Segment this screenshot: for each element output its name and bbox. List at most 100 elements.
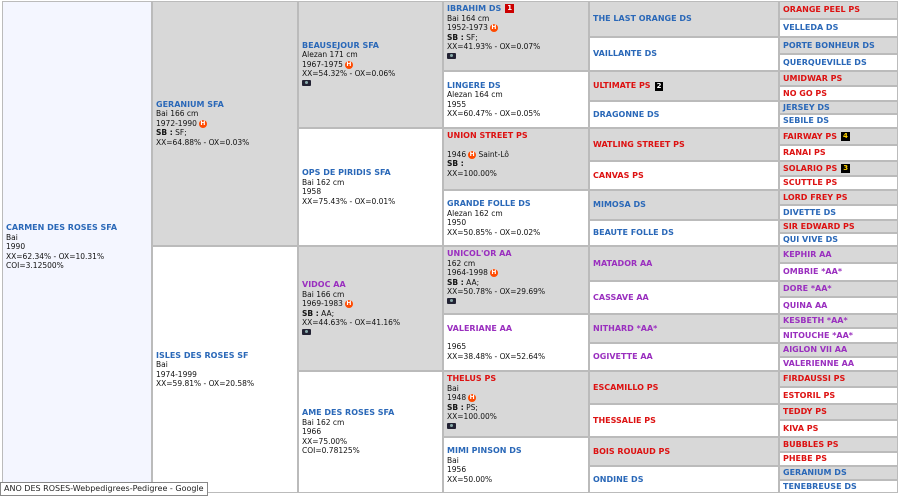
horse-name-link[interactable]: NITHARD *AA* [593,324,657,334]
ancestor-cell: QUINA AA [779,297,898,314]
horse-name-link[interactable]: ORANGE PEEL PS [783,5,860,15]
horse-name-link[interactable]: PHEBE PS [783,454,827,464]
horse-name-link[interactable]: VALERIENNE AA [783,359,854,369]
horse-name-link[interactable]: ESTORIL PS [783,391,835,401]
horse-name-link[interactable]: GERANIUM DS [783,468,847,478]
ancestor-cell: ESCAMILLO PS [589,371,779,404]
horse-name-link[interactable]: VALERIANE AA [447,324,585,334]
ancestor-cell: TEDDY PS [779,404,898,420]
horse-name-link[interactable]: MATADOR AA [593,259,652,269]
horse-coat: Alezan 164 cm [447,90,503,99]
horse-name-link[interactable]: GERANIUM SFA [156,100,294,110]
horse-name-link[interactable]: DORE *AA* [783,284,832,294]
horse-name-link[interactable]: SOLARIO PS [783,164,837,174]
horse-name-link[interactable]: JERSEY DS [783,103,830,113]
horse-name-link[interactable]: LINGERE DS [447,81,585,91]
horse-name-link[interactable]: WATLING STREET PS [593,140,685,150]
horse-name-link[interactable]: CARMEN DES ROSES SFA [6,223,148,233]
horse-name-link[interactable]: UNICOL'OR AA [447,249,585,259]
horse-name-link[interactable]: THESSALIE PS [593,416,656,426]
ancestor-cell: MATADOR AA [589,246,779,281]
horse-name-link[interactable]: VIDOC AA [302,280,439,290]
horse-name-link[interactable]: BEAUSEJOUR SFA [302,41,439,51]
ancestor-cell: OMBRIE *AA* [779,263,898,281]
horse-blood-percent: XX=50.00% [447,474,493,484]
harras-icon[interactable]: H [344,300,353,308]
horse-name-link[interactable]: ULTIMATE PS [593,81,651,91]
horse-name-link[interactable]: TEDDY PS [783,407,827,417]
inbreeding-marker: 4 [840,132,850,141]
horse-name-link[interactable]: DRAGONNE DS [593,110,659,120]
horse-name-link[interactable]: ESCAMILLO PS [593,383,658,393]
horse-coat: Bai 166 cm [302,289,345,299]
horse-name-link[interactable]: SEBILE DS [783,116,829,126]
grandsire-cell: BEAUSEJOUR SFA Alezan 171 cm 1967-1975 H … [298,1,443,128]
harras-icon[interactable]: H [198,119,207,128]
horse-blood-percent: XX=100.00% [447,412,497,421]
horse-name-link[interactable]: MIMI PINSON DS [447,446,585,456]
horse-years: 1990 [6,242,26,252]
camera-icon[interactable] [447,297,456,304]
horse-name-link[interactable]: AME DES ROSES SFA [302,408,439,418]
horse-name-link[interactable]: THELUS PS [447,374,585,384]
horse-name-link[interactable]: VELLEDA DS [783,23,838,33]
horse-name-link[interactable]: BOIS ROUAUD PS [593,447,670,457]
horse-years: 1950 [447,218,467,227]
horse-name-link[interactable]: NO GO PS [783,89,827,99]
horse-name-link[interactable]: OMBRIE *AA* [783,267,842,277]
horse-name-link[interactable]: PORTE BONHEUR DS [783,41,875,51]
horse-name-link[interactable]: BUBBLES PS [783,440,839,450]
horse-name-link[interactable]: MIMOSA DS [593,200,646,210]
harras-icon[interactable]: H [344,60,353,69]
harras-icon[interactable]: H [489,24,498,32]
horse-name-link[interactable]: BEAUTE FOLLE DS [593,228,674,238]
horse-name-link[interactable]: UMIDWAR PS [783,74,842,84]
horse-name-link[interactable]: OGIVETTE AA [593,352,653,362]
horse-blood-percent: XX=60.47% - OX=0.05% [447,109,541,118]
horse-name-link[interactable]: IBRAHIM DS [447,4,501,14]
horse-name-link[interactable]: UNION STREET PS [447,131,585,141]
horse-name-link[interactable]: ISLES DES ROSES SF [156,351,294,361]
harras-icon[interactable]: H [468,394,477,402]
horse-name-link[interactable]: LORD FREY PS [783,193,848,203]
horse-name-link[interactable]: OPS DE PIRIDIS SFA [302,168,439,178]
horse-name-link[interactable]: KEPHIR AA [783,250,832,260]
horse-name-link[interactable]: VAILLANTE DS [593,49,657,59]
horse-blood-percent: XX=50.78% - OX=29.69% [447,287,546,296]
camera-icon[interactable] [447,52,456,59]
horse-name-link[interactable]: ONDINE DS [593,475,643,485]
horse-name-link[interactable]: THE LAST ORANGE DS [593,14,692,24]
horse-name-link[interactable]: QUI VIVE DS [783,235,838,245]
horse-name-link[interactable]: FIRDAUSSI PS [783,374,845,384]
camera-icon[interactable] [302,79,311,86]
horse-name-link[interactable]: NITOUCHE *AA* [783,331,853,341]
ancestor-cell: SOLARIO PS 3 [779,161,898,176]
ancestor-cell: ULTIMATE PS 2 [589,71,779,101]
studbook-value: PS; [463,402,478,412]
horse-name-link[interactable]: FAIRWAY PS [783,132,837,142]
horse-name-link[interactable]: RANAI PS [783,148,826,158]
horse-name-link[interactable]: KESBETH *AA* [783,316,848,326]
horse-name-link[interactable]: CASSAVE AA [593,293,649,303]
camera-icon[interactable] [302,328,311,335]
harras-icon[interactable]: H [468,150,477,159]
horse-years: 1966 [302,427,322,437]
horse-name-link[interactable]: SIR EDWARD PS [783,222,855,232]
horse-name-link[interactable]: QUINA AA [783,301,827,311]
horse-name-link[interactable]: QUERQUEVILLE DS [783,58,867,68]
horse-blood-percent: XX=44.63% - OX=41.16% [302,318,401,327]
ancestor-cell: CANVAS PS [589,161,779,190]
camera-icon[interactable] [447,422,456,429]
harras-icon[interactable]: H [489,269,498,277]
dam-cell: ISLES DES ROSES SF Bai 1974-1999 XX=59.8… [152,246,298,493]
horse-name-link[interactable]: SCUTTLE PS [783,178,837,188]
horse-blood-percent: XX=100.00% [447,168,497,178]
horse-years: 1948 [447,393,467,402]
horse-name-link[interactable]: AIGLON VII AA [783,345,847,355]
horse-name-link[interactable]: TENEBREUSE DS [783,482,857,492]
horse-name-link[interactable]: KIVA PS [783,424,818,434]
horse-coi: COI=0.78125% [302,446,360,456]
horse-name-link[interactable]: DIVETTE DS [783,208,836,218]
horse-name-link[interactable]: GRANDE FOLLE DS [447,199,585,209]
horse-name-link[interactable]: CANVAS PS [593,171,644,181]
